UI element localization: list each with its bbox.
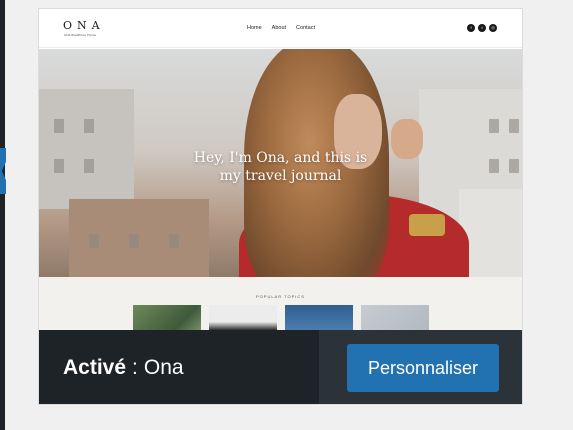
theme-actions: Personnaliser — [319, 330, 522, 404]
social-icons: f t ◎ — [467, 24, 497, 32]
nav-about: About — [271, 25, 287, 31]
instagram-icon: ◎ — [489, 24, 497, 32]
theme-name-bar: Activé : Ona Personnaliser — [39, 330, 522, 404]
facebook-icon: f — [467, 24, 475, 32]
theme-tagline: ONA WordPress Theme — [64, 33, 97, 37]
background-building — [69, 199, 209, 277]
hero-heading: Hey, I'm Ona, and this is my travel jour… — [39, 149, 522, 185]
theme-nav: Home About Contact — [247, 25, 315, 31]
popular-topics-label: POPULAR TOPICS — [256, 294, 305, 299]
theme-logo: ONA — [63, 19, 105, 32]
hero-heading-line2: my travel journal — [219, 168, 342, 184]
theme-hero-image: Hey, I'm Ona, and this is my travel jour… — [39, 49, 522, 277]
nav-home: Home — [247, 25, 262, 31]
status-separator: : — [132, 356, 138, 379]
active-status-label: Activé — [63, 356, 127, 379]
wristwatch — [409, 214, 445, 236]
twitter-icon: t — [478, 24, 486, 32]
customize-button[interactable]: Personnaliser — [347, 344, 499, 392]
theme-name: Activé : Ona — [39, 330, 319, 404]
admin-sidebar-edge — [0, 0, 5, 430]
theme-screenshot-header: ONA ONA WordPress Theme Home About Conta… — [39, 9, 522, 48]
hero-heading-line1: Hey, I'm Ona, and this is — [193, 150, 368, 166]
theme-card-ona[interactable]: ONA ONA WordPress Theme Home About Conta… — [38, 8, 523, 405]
active-theme-name: Ona — [143, 356, 184, 379]
nav-contact: Contact — [296, 25, 316, 31]
